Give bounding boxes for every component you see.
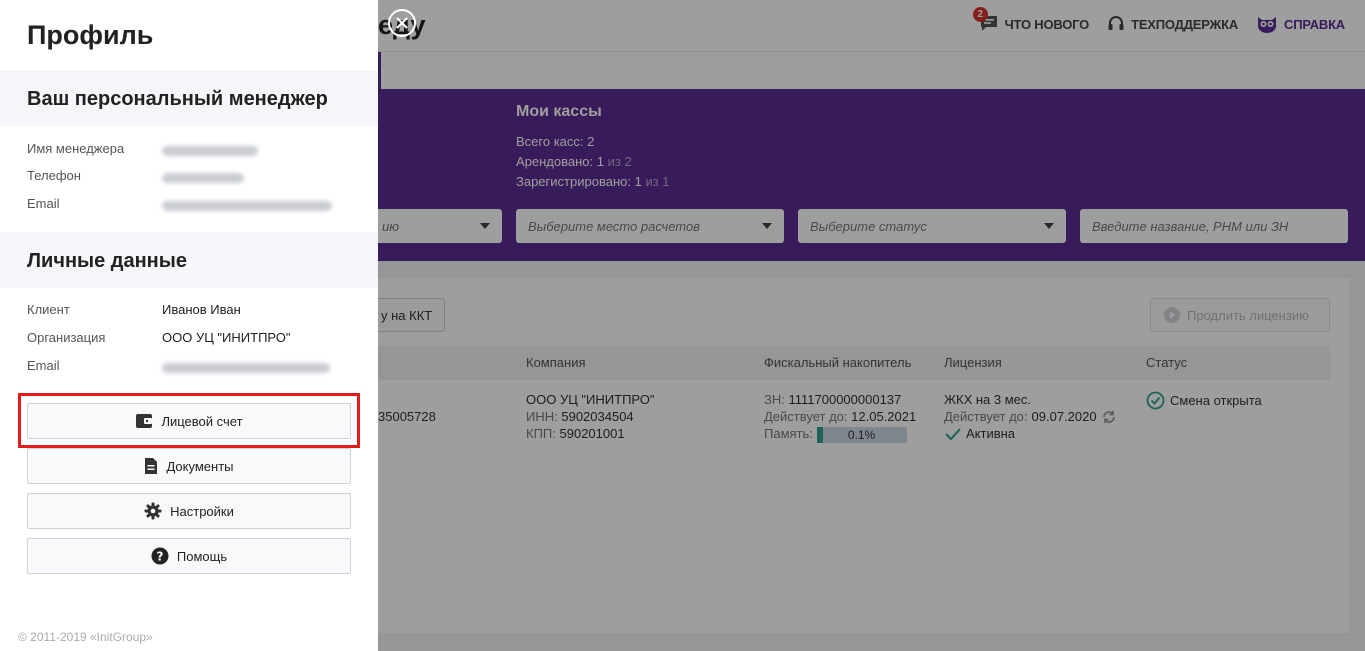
close-icon: [396, 17, 408, 29]
manager-section-header: Ваш персональный менеджер: [0, 70, 378, 126]
wallet-icon: [135, 413, 153, 429]
email-label: Email: [27, 358, 60, 373]
client-label: Клиент: [27, 302, 70, 317]
question-circle-icon: ?: [151, 547, 169, 565]
documents-button[interactable]: Документы: [27, 448, 351, 484]
settings-button[interactable]: Настройки: [27, 493, 351, 529]
email-value: [162, 361, 330, 376]
account-button[interactable]: Лицевой счет: [27, 403, 351, 439]
modal-overlay[interactable]: [378, 0, 1365, 651]
organization-value: ООО УЦ "ИНИТПРО": [162, 330, 291, 345]
manager-name-label: Имя менеджера: [27, 141, 125, 156]
document-icon: [144, 457, 158, 475]
profile-title: Профиль: [27, 20, 154, 50]
manager-name-value: [162, 144, 258, 159]
manager-email-value: [162, 199, 332, 214]
manager-phone-label: Телефон: [27, 168, 81, 183]
copyright: © 2011-2019 «InitGroup»: [18, 630, 153, 644]
personal-section-header: Личные данные: [0, 232, 378, 288]
client-value: Иванов Иван: [162, 302, 241, 317]
gear-icon: [144, 502, 162, 520]
close-panel-button[interactable]: [388, 9, 416, 37]
help-button[interactable]: ? Помощь: [27, 538, 351, 574]
manager-phone-value: [162, 171, 244, 186]
manager-email-label: Email: [27, 196, 60, 211]
profile-panel: Профиль Ваш персональный менеджер Имя ме…: [0, 0, 378, 651]
svg-text:?: ?: [156, 550, 163, 564]
organization-label: Организация: [27, 330, 106, 345]
